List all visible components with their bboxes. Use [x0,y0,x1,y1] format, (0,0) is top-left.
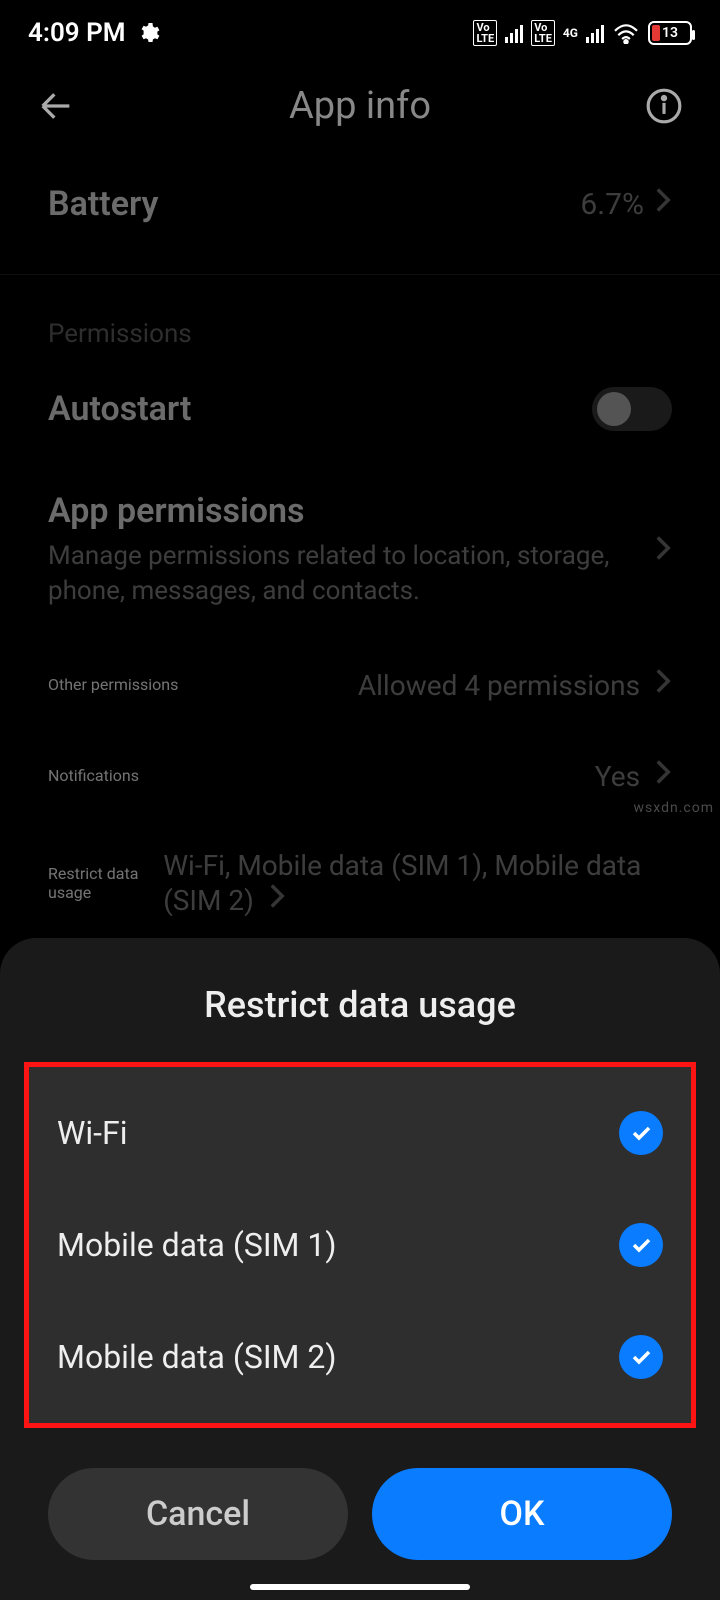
option-label: Wi-Fi [57,1114,127,1152]
watermark: wsxdn.com [634,800,714,816]
home-indicator[interactable] [250,1584,470,1590]
option-sim2[interactable]: Mobile data (SIM 2) [29,1301,691,1413]
option-label: Mobile data (SIM 2) [57,1338,337,1376]
check-icon [619,1335,663,1379]
ok-button[interactable]: OK [372,1468,672,1560]
option-label: Mobile data (SIM 1) [57,1226,337,1264]
restrict-data-dialog: Restrict data usage Wi-Fi Mobile data (S… [0,938,720,1600]
dialog-buttons: Cancel OK [0,1428,720,1560]
cancel-button[interactable]: Cancel [48,1468,348,1560]
option-wifi[interactable]: Wi-Fi [29,1077,691,1189]
check-icon [619,1111,663,1155]
option-sim1[interactable]: Mobile data (SIM 1) [29,1189,691,1301]
dialog-title: Restrict data usage [0,966,720,1062]
dialog-options: Wi-Fi Mobile data (SIM 1) Mobile data (S… [24,1062,696,1428]
check-icon [619,1223,663,1267]
